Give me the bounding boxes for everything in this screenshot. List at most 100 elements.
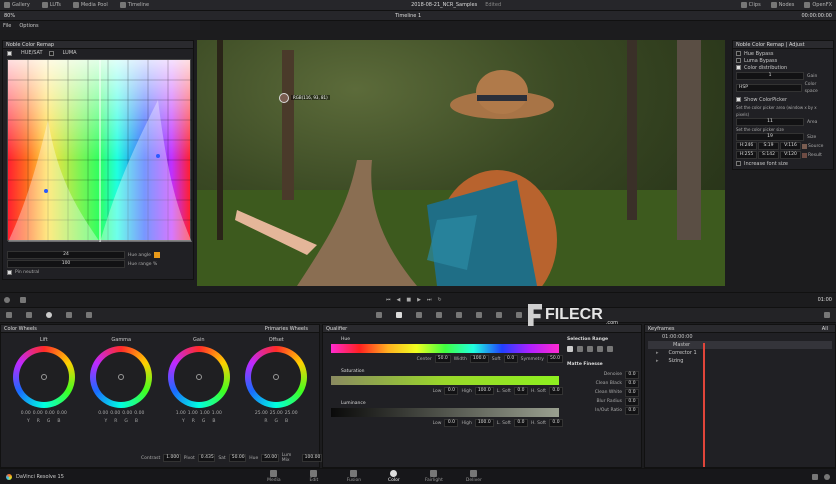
gamma-g[interactable]: 0.00 (122, 411, 132, 416)
scopes-icon[interactable] (824, 312, 830, 318)
play-icon[interactable]: ▶ (417, 297, 421, 303)
track-corrector[interactable]: ▸ Corrector 1 (648, 349, 832, 357)
gamma-wheel[interactable] (90, 346, 153, 408)
track-sizing[interactable]: ▸ Sizing (648, 357, 832, 365)
increase-font-checkbox[interactable] (736, 161, 741, 166)
lift-b[interactable]: 0.00 (57, 411, 67, 416)
hue-sat-graph[interactable] (7, 59, 192, 242)
3d-icon[interactable] (516, 312, 522, 318)
color-match-icon[interactable] (26, 312, 32, 318)
feather-plus-icon[interactable] (607, 346, 613, 352)
tab-fusion[interactable]: Fusion (334, 470, 374, 483)
lum-mix-field[interactable]: 100.00 (301, 454, 322, 462)
keyframes-playhead[interactable] (703, 343, 705, 467)
tracker-icon[interactable] (436, 312, 442, 318)
saturation-range-bar[interactable] (331, 376, 559, 385)
reverse-icon[interactable]: ◀ (397, 297, 401, 303)
openfx-button[interactable]: OpenFX (804, 2, 832, 8)
lift-g[interactable]: 0.00 (45, 411, 55, 416)
clean-black-field[interactable]: 0.0 (625, 379, 639, 388)
lum-hsoft-field[interactable]: 0.0 (549, 419, 563, 427)
gamma-y[interactable]: 0.00 (98, 411, 108, 416)
gamma-r[interactable]: 0.00 (110, 411, 120, 416)
keyframes-filter[interactable]: All (822, 326, 828, 332)
gain-y[interactable]: 1.00 (176, 411, 186, 416)
luts-button[interactable]: LUTs (41, 2, 61, 8)
tab-color[interactable]: Color (374, 470, 414, 483)
hue-field[interactable]: 50.00 (261, 454, 279, 462)
gain-wheel-handle[interactable] (195, 374, 202, 380)
sat-lsoft-field[interactable]: 0.0 (513, 387, 528, 395)
hue-range-field[interactable]: 100 (7, 260, 125, 268)
picker-minus-icon[interactable] (577, 346, 583, 352)
curves-icon[interactable] (376, 312, 382, 318)
window-icon[interactable] (416, 312, 422, 318)
hue-symmetry-field[interactable]: 50.0 (546, 355, 563, 363)
lift-wheel-handle[interactable] (40, 374, 47, 380)
offset-r[interactable]: 25.00 (255, 411, 268, 416)
clips-button[interactable]: Clips (740, 2, 761, 8)
sat-field[interactable]: 50.00 (228, 454, 247, 462)
menu-file[interactable]: File (3, 23, 11, 29)
settings-icon[interactable] (824, 473, 830, 480)
hue-bypass-checkbox[interactable] (736, 51, 741, 56)
menu-options[interactable]: Options (19, 23, 38, 29)
wheels-mode-label[interactable]: Primaries Wheels (265, 326, 308, 332)
audio-icon[interactable] (20, 296, 26, 303)
motion-effects-icon[interactable] (86, 312, 92, 318)
denoise-field[interactable]: 0.0 (625, 370, 639, 379)
timeline-name[interactable]: Timeline 1 (395, 13, 421, 19)
luminance-range-bar[interactable] (331, 408, 559, 417)
rgb-mixer-icon[interactable] (66, 312, 72, 318)
first-frame-icon[interactable]: ⏮ (386, 297, 391, 303)
tab-deliver[interactable]: Deliver (454, 470, 494, 483)
lum-high-field[interactable]: 100.0 (474, 419, 494, 427)
feather-minus-icon[interactable] (597, 346, 603, 352)
gain-r[interactable]: 1.00 (188, 411, 198, 416)
loop-icon[interactable]: ↻ (437, 297, 441, 303)
nodes-button[interactable]: Nodes (770, 2, 794, 8)
show-colorpicker-checkbox[interactable] (736, 97, 741, 102)
hue-angle-field[interactable]: 24 (7, 251, 125, 259)
viewer-image[interactable]: RGB(116, 93, 81) (197, 40, 725, 286)
color-wheels-icon[interactable] (46, 312, 52, 318)
hue-sat-radio[interactable] (7, 50, 12, 56)
gain-wheel[interactable] (167, 346, 230, 408)
color-picker-marker[interactable] (279, 93, 289, 103)
offset-wheel[interactable] (245, 346, 308, 408)
lum-low-field[interactable]: 0.0 (444, 419, 459, 427)
viewer-mode-icon[interactable] (4, 296, 10, 303)
blur-radius-field[interactable]: 0.0 (625, 397, 639, 406)
picker-plus-icon[interactable] (587, 346, 593, 352)
qualifier-icon[interactable] (396, 312, 402, 318)
stop-icon[interactable]: ■ (406, 297, 411, 303)
pivot-field[interactable]: 0.435 (197, 454, 216, 462)
clean-white-field[interactable]: 0.0 (625, 388, 639, 397)
home-icon[interactable] (812, 473, 818, 480)
picker-icon[interactable] (567, 346, 573, 352)
gain-b[interactable]: 1.00 (212, 411, 222, 416)
camera-raw-icon[interactable] (6, 312, 12, 318)
lift-r[interactable]: 0.00 (33, 411, 43, 416)
color-space-select[interactable]: HSP (736, 84, 802, 92)
track-master[interactable]: Master (648, 341, 832, 349)
gamma-b[interactable]: 0.00 (134, 411, 144, 416)
offset-g[interactable]: 25.00 (270, 411, 283, 416)
gain-g[interactable]: 1.00 (200, 411, 210, 416)
lift-y[interactable]: 0.00 (21, 411, 31, 416)
luma-radio[interactable] (48, 50, 54, 56)
lum-lsoft-field[interactable]: 0.0 (513, 419, 528, 427)
hue-range-bar[interactable] (331, 344, 559, 353)
gallery-button[interactable]: Gallery (4, 2, 30, 8)
lift-wheel[interactable] (12, 346, 75, 408)
in-out-ratio-field[interactable]: 0.0 (625, 406, 639, 415)
hue-center-field[interactable]: 50.0 (434, 355, 451, 363)
media-pool-button[interactable]: Media Pool (72, 2, 108, 8)
last-frame-icon[interactable]: ⏭ (427, 297, 432, 303)
sizing-icon[interactable] (496, 312, 502, 318)
zoom-select[interactable]: 80% (4, 13, 15, 19)
sat-low-field[interactable]: 0.0 (444, 387, 459, 395)
luma-bypass-checkbox[interactable] (736, 58, 741, 63)
offset-b[interactable]: 25.00 (285, 411, 298, 416)
gamma-wheel-handle[interactable] (118, 374, 125, 380)
